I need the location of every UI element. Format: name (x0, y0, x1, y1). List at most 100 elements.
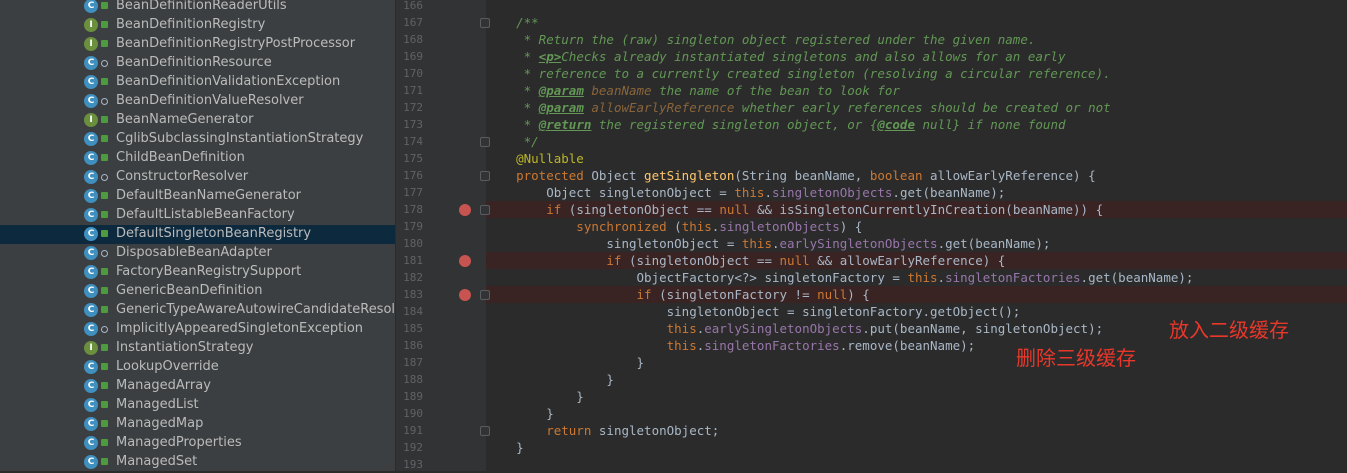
class-icon: C (84, 379, 98, 393)
tree-item[interactable]: C GenericTypeAwareAutowireCandidateResolv… (0, 301, 395, 320)
tree-item[interactable]: C ManagedSet (0, 453, 395, 471)
code-token: this (741, 236, 772, 251)
public-access-icon (101, 287, 108, 294)
code-line[interactable]: } (486, 371, 1347, 388)
code-token: null} if none found (915, 117, 1066, 132)
class-icon: C (84, 227, 98, 241)
tree-item[interactable]: C BeanDefinitionValueResolver (0, 92, 395, 111)
code-token: beanName (591, 83, 652, 98)
code-line[interactable]: /** (486, 14, 1347, 31)
code-line[interactable]: } (486, 388, 1347, 405)
tree-item[interactable]: C DisposableBeanAdapter (0, 244, 395, 263)
code-line[interactable]: */ (486, 133, 1347, 150)
tree-item[interactable]: C BeanDefinitionValidationException (0, 73, 395, 92)
code-line[interactable]: * <p>Checks already instantiated singlet… (486, 48, 1347, 65)
tree-item[interactable]: C DefaultListableBeanFactory (0, 206, 395, 225)
code-token: this (681, 219, 712, 234)
code-line[interactable]: return singletonObject; (486, 422, 1347, 439)
code-line[interactable]: if (singletonObject == null && isSinglet… (486, 201, 1347, 218)
project-tree: C BeanDefinitionReaderUtils I BeanDefinitio… (0, 0, 395, 471)
breakpoint-icon[interactable] (459, 255, 471, 267)
tree-item[interactable]: I InstantiationStrategy (0, 339, 395, 358)
code-editor[interactable]: /** * Return the (raw) singleton object … (486, 0, 1347, 471)
code-token: this (907, 270, 938, 285)
tree-item-label: BeanDefinitionValueResolver (116, 93, 304, 108)
code-token: singletonObjects (719, 219, 840, 234)
code-line[interactable]: Object singletonObject = this.singletonO… (486, 184, 1347, 201)
tree-item[interactable]: C ChildBeanDefinition (0, 149, 395, 168)
code-line[interactable]: protected Object getSingleton(String bea… (486, 167, 1347, 184)
code-token: protected (486, 168, 592, 183)
tree-item[interactable]: I BeanDefinitionRegistryPostProcessor (0, 35, 395, 54)
line-number: 171 (403, 84, 423, 97)
tree-item[interactable]: C FactoryBeanRegistrySupport (0, 263, 395, 282)
tree-item[interactable]: C DefaultBeanNameGenerator (0, 187, 395, 206)
line-number: 184 (403, 305, 423, 318)
line-number: 173 (403, 118, 423, 131)
code-token: null (779, 253, 818, 268)
tree-item[interactable]: C GenericBeanDefinition (0, 282, 395, 301)
code-line[interactable]: * @param beanName the name of the bean t… (486, 82, 1347, 99)
tree-item-label: DefaultBeanNameGenerator (116, 188, 301, 203)
code-line[interactable]: * @param allowEarlyReference whether ear… (486, 99, 1347, 116)
fold-icon[interactable] (480, 426, 490, 436)
tree-item[interactable]: C ImplicitlyAppearedSingletonException (0, 320, 395, 339)
code-line[interactable] (486, 456, 1347, 473)
tree-item[interactable]: C BeanDefinitionReaderUtils (0, 0, 395, 16)
public-access-icon (101, 21, 108, 28)
code-line[interactable] (486, 0, 1347, 14)
tree-item-label: ConstructorResolver (116, 169, 249, 184)
tree-item[interactable]: I BeanDefinitionRegistry (0, 16, 395, 35)
code-line[interactable]: } (486, 354, 1347, 371)
code-token: @param (538, 83, 584, 98)
code-token: */ (486, 134, 539, 149)
fold-icon[interactable] (480, 18, 490, 28)
code-token: allowEarlyReference) { (930, 168, 1096, 183)
code-line[interactable]: synchronized (this.singletonObjects) { (486, 218, 1347, 235)
code-line[interactable]: * reference to a currently created singl… (486, 65, 1347, 82)
tree-item[interactable]: C CglibSubclassingInstantiationStrategy (0, 130, 395, 149)
tree-item[interactable]: C ManagedMap (0, 415, 395, 434)
code-token: the registered singleton object, or { (591, 117, 878, 132)
line-number: 178 (403, 203, 423, 216)
code-line[interactable]: if (singletonFactory != null) { (486, 286, 1347, 303)
code-token: whether early references should be creat… (734, 100, 1111, 115)
tree-item[interactable]: C BeanDefinitionResource (0, 54, 395, 73)
tree-item[interactable]: C ManagedArray (0, 377, 395, 396)
fold-icon[interactable] (480, 205, 490, 215)
code-line[interactable]: @Nullable (486, 150, 1347, 167)
code-line[interactable]: } (486, 405, 1347, 422)
fold-icon[interactable] (480, 137, 490, 147)
class-icon: C (84, 436, 98, 450)
tree-item-label: BeanDefinitionValidationException (116, 74, 341, 89)
line-number: 187 (403, 356, 423, 369)
code-token: .get(beanName); (937, 236, 1051, 251)
code-token: .get(beanName); (1080, 270, 1194, 285)
code-line[interactable]: * @return the registered singleton objec… (486, 116, 1347, 133)
fold-icon[interactable] (480, 171, 490, 181)
class-icon: C (84, 75, 98, 89)
code-line[interactable]: singletonObject = this.earlySingletonObj… (486, 235, 1347, 252)
tree-item[interactable]: C ManagedProperties (0, 434, 395, 453)
tree-item[interactable]: C LookupOverride (0, 358, 395, 377)
breakpoint-icon[interactable] (459, 204, 471, 216)
code-token: . (764, 185, 772, 200)
line-number: 172 (403, 101, 423, 114)
line-number: 167 (403, 16, 423, 29)
annotation-remove-third-level: 删除三级缓存 (1016, 346, 1136, 370)
code-line[interactable]: ObjectFactory<?> singletonFactory = this… (486, 269, 1347, 286)
code-line[interactable]: } (486, 439, 1347, 456)
code-line[interactable]: if (singletonObject == null && allowEarl… (486, 252, 1347, 269)
tree-item[interactable]: C DefaultSingletonBeanRegistry (0, 225, 395, 244)
tree-item[interactable]: I BeanNameGenerator (0, 111, 395, 130)
code-token: singletonObject = singletonFactory.getOb… (486, 304, 1021, 319)
tree-item[interactable]: C ManagedList (0, 396, 395, 415)
code-token: * (486, 100, 539, 115)
tree-item-label: BeanDefinitionRegistry (116, 17, 266, 32)
code-token: (singletonObject == (568, 202, 720, 217)
public-access-icon (101, 135, 108, 142)
tree-item[interactable]: C ConstructorResolver (0, 168, 395, 187)
code-line[interactable]: * Return the (raw) singleton object regi… (486, 31, 1347, 48)
fold-icon[interactable] (480, 290, 490, 300)
breakpoint-icon[interactable] (459, 289, 471, 301)
